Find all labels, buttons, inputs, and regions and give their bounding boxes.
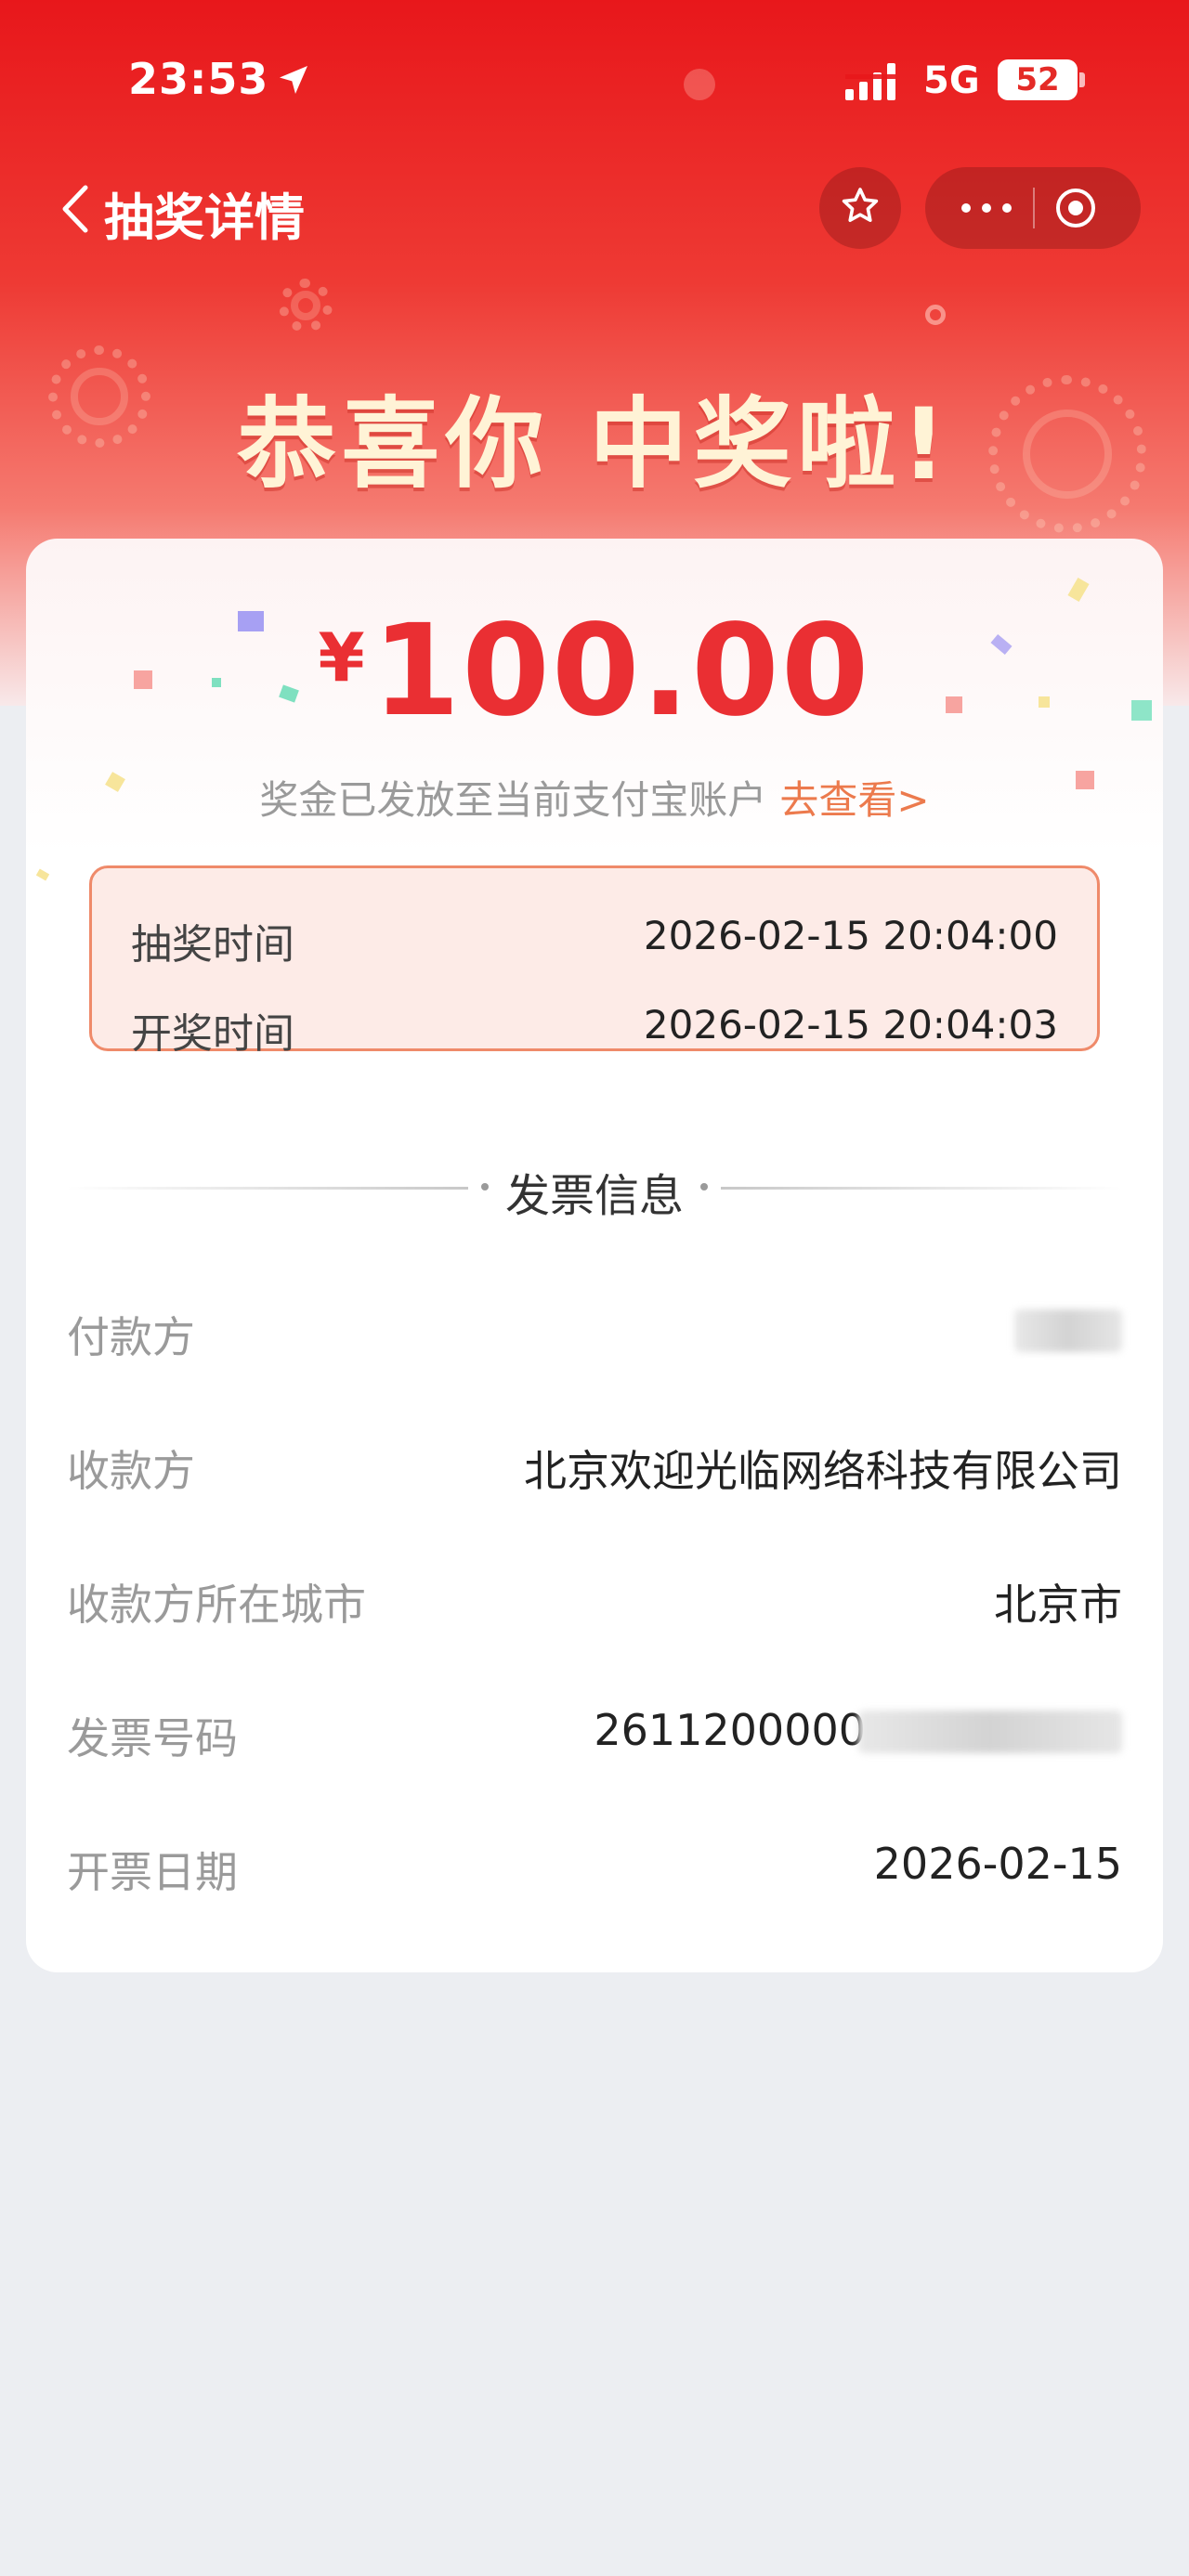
congrats-headline: 恭喜你 中奖啦! [237,387,952,501]
invoice-row-payer: 付款方 [67,1304,1122,1369]
confetti-decoration [35,868,50,881]
mini-program-capsule [925,167,1141,249]
invoice-section-divider: 发票信息 [67,1159,1122,1222]
payee-city-label: 收款方所在城市 [67,1580,366,1630]
invoice-row-payee: 收款方 北京欢迎光临网络科技有限公司 [67,1438,1122,1503]
back-chevron-icon[interactable] [56,182,93,236]
payer-label: 付款方 [67,1312,195,1362]
network-type: 5G [923,59,980,102]
draw-time-label: 抽奖时间 [131,921,294,969]
star-icon [842,188,879,222]
reveal-time-value: 2026-02-15 20:04:03 [643,1002,1058,1047]
payer-redacted [1014,1309,1122,1352]
invoice-number-label: 发票号码 [67,1713,238,1763]
capsule-separator [1033,188,1035,228]
reveal-time-row: 开奖时间 2026-02-15 20:04:03 [131,1000,1058,1058]
draw-time-value: 2026-02-15 20:04:00 [643,913,1058,958]
payee-label: 收款方 [67,1446,195,1496]
invoice-row-city: 收款方所在城市 北京市 [67,1571,1122,1636]
ring-decoration [925,305,946,325]
view-link[interactable]: 去查看> [779,777,929,823]
currency-symbol: ¥ [318,618,365,696]
favorite-button[interactable] [819,167,901,249]
invoice-row-number: 发票号码 2611200000 [67,1705,1122,1770]
invoice-section-title: 发票信息 [504,1170,684,1222]
payee-value: 北京欢迎光临网络科技有限公司 [524,1446,1122,1496]
location-arrow-icon [280,66,307,94]
battery-level: 52 [998,59,1078,100]
payout-note: 奖金已发放至当前支付宝账户 去查看> [26,769,1163,826]
invoice-date-label: 开票日期 [67,1847,238,1897]
status-bar: 23:53 5G 52 [0,0,1189,158]
close-target-icon[interactable] [1053,186,1098,230]
invoice-number-value: 2611200000 [594,1705,866,1755]
invoice-row-date: 开票日期 2026-02-15 [67,1839,1122,1904]
prize-card: ¥100.00 奖金已发放至当前支付宝账户 去查看> 抽奖时间 2026-02-1… [26,539,1163,1972]
status-time: 23:53 [128,54,269,104]
draw-time-box: 抽奖时间 2026-02-15 20:04:00 开奖时间 2026-02-15… [89,865,1100,1058]
divider-dot-right [700,1183,708,1190]
invoice-date-value: 2026-02-15 [873,1839,1122,1889]
lottery-detail-page: 23:53 5G 52 抽奖详情 恭喜你 中奖啦! ¥100.00 奖金已发放至… [0,0,1189,2576]
payout-note-text: 奖金已发放至当前支付宝账户 [259,777,767,823]
battery-cap [1079,72,1085,87]
more-icon[interactable] [953,188,1020,228]
signal-icon [845,63,895,100]
reveal-time-label: 开奖时间 [131,1010,294,1058]
flower-decoration [279,279,333,332]
invoice-number-redacted [858,1711,1122,1753]
payee-city-value: 北京市 [994,1580,1122,1630]
page-title[interactable]: 抽奖详情 [104,176,305,250]
draw-time-row: 抽奖时间 2026-02-15 20:04:00 [131,911,1058,969]
prize-amount: ¥100.00 [26,598,1163,745]
divider-line-right [721,1187,1122,1190]
amount-value: 100.00 [372,598,871,745]
